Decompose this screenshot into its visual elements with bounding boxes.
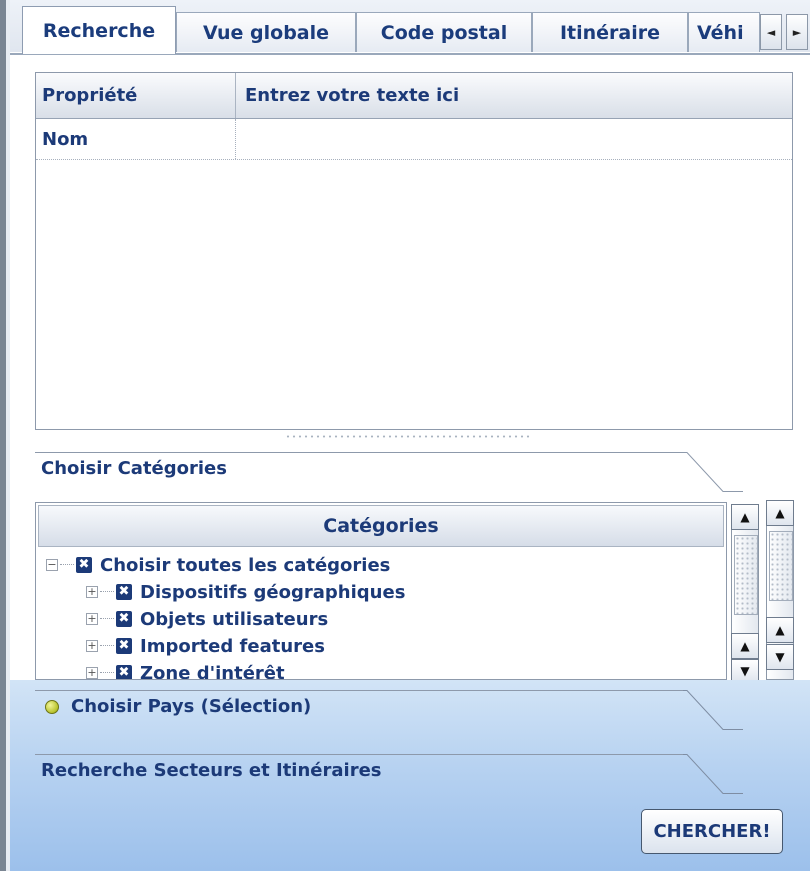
column-header-property[interactable]: Propriété xyxy=(36,73,236,118)
tree-item-user-objects[interactable]: + ✖ Objets utilisateurs xyxy=(86,606,328,632)
tree-connector xyxy=(100,591,114,593)
tab-scroll-right-button[interactable]: ► xyxy=(786,14,808,50)
categories-header[interactable]: Catégories xyxy=(38,505,724,547)
tree-item-label: Dispositifs géographiques xyxy=(140,581,406,603)
search-button[interactable]: CHERCHER! xyxy=(641,809,783,854)
arrow-up-icon: ▲ xyxy=(775,506,785,520)
section-corner xyxy=(683,452,743,492)
arrow-right-icon: ► xyxy=(792,25,802,39)
tree-connector xyxy=(100,645,114,647)
scroll-up-button[interactable]: ▲ xyxy=(731,633,759,659)
property-grid: Propriété Entrez votre texte ici Nom xyxy=(35,72,793,430)
property-name-cell: Nom xyxy=(36,119,236,159)
section-choose-categories[interactable]: Choisir Catégories xyxy=(35,444,810,492)
checked-x-icon[interactable]: ✖ xyxy=(116,638,132,654)
arrow-up-icon: ▲ xyxy=(775,623,785,637)
arrow-left-icon: ◄ xyxy=(766,25,776,39)
tab-itineraire[interactable]: Itinéraire xyxy=(532,12,688,52)
tab-code-postal[interactable]: Code postal xyxy=(356,12,532,52)
section-search-sectors[interactable]: Recherche Secteurs et Itinéraires xyxy=(35,746,810,794)
section-title: Choisir Pays (Sélection) xyxy=(45,696,311,717)
arrow-up-icon: ▲ xyxy=(740,639,750,653)
categories-tree: Catégories − ✖ Choisir toutes les catégo… xyxy=(35,502,727,680)
checked-x-icon[interactable]: ✖ xyxy=(116,611,132,627)
section-choose-country[interactable]: Choisir Pays (Sélection) xyxy=(35,682,810,730)
scroll-thumb[interactable] xyxy=(734,535,758,615)
expand-icon[interactable]: + xyxy=(86,586,98,598)
tab-scroll-left-button[interactable]: ◄ xyxy=(760,14,782,50)
expand-icon[interactable]: + xyxy=(86,613,98,625)
arrow-down-icon: ▼ xyxy=(775,650,785,664)
panel-outer-scrollbar[interactable]: ▲ ▲ ▼ xyxy=(766,500,794,680)
section-title: Recherche Secteurs et Itinéraires xyxy=(41,760,382,781)
arrow-up-icon: ▲ xyxy=(740,510,750,524)
scroll-up-button[interactable]: ▲ xyxy=(766,617,794,643)
collapse-icon[interactable]: − xyxy=(46,559,58,571)
tree-item-area-of-interest[interactable]: + ✖ Zone d'intérêt xyxy=(86,660,285,680)
tree-item-geographic-features[interactable]: + ✖ Dispositifs géographiques xyxy=(86,579,405,605)
section-divider xyxy=(35,452,685,453)
column-header-value[interactable]: Entrez votre texte ici xyxy=(237,73,459,118)
tree-connector xyxy=(100,618,114,620)
arrow-down-icon: ▼ xyxy=(740,664,750,678)
checked-x-icon[interactable]: ✖ xyxy=(116,584,132,600)
property-value-input[interactable] xyxy=(237,119,792,159)
section-title: Choisir Catégories xyxy=(41,458,227,479)
section-divider xyxy=(35,754,685,755)
section-corner xyxy=(683,754,743,794)
scroll-thumb[interactable] xyxy=(769,531,793,601)
checked-x-icon[interactable]: ✖ xyxy=(116,665,132,679)
tree-item-label: Choisir toutes les catégories xyxy=(100,554,391,576)
status-dot-icon xyxy=(45,700,59,714)
tree-connector xyxy=(60,564,74,566)
tree-item-label: Imported features xyxy=(140,635,325,657)
splitter-grip[interactable] xyxy=(285,434,530,440)
scroll-down-button[interactable]: ▼ xyxy=(766,644,794,670)
tree-item-label: Objets utilisateurs xyxy=(140,608,329,630)
expand-icon[interactable]: + xyxy=(86,667,98,679)
section-title-text: Choisir Pays (Sélection) xyxy=(71,696,312,717)
tree-item-all-categories[interactable]: − ✖ Choisir toutes les catégories xyxy=(46,552,390,578)
categories-inner-scrollbar[interactable]: ▲ ▲ ▼ xyxy=(731,504,759,683)
property-grid-header: Propriété Entrez votre texte ici xyxy=(36,73,792,119)
tree-item-label: Zone d'intérêt xyxy=(140,662,285,680)
checked-x-icon[interactable]: ✖ xyxy=(76,557,92,573)
section-corner xyxy=(683,690,743,730)
expand-icon[interactable]: + xyxy=(86,640,98,652)
scroll-up-button[interactable]: ▲ xyxy=(731,504,759,530)
tab-vehicule[interactable]: Véhi xyxy=(688,12,760,52)
tree-item-imported-features[interactable]: + ✖ Imported features xyxy=(86,633,325,659)
tab-vue-globale[interactable]: Vue globale xyxy=(176,12,356,52)
scroll-up-button[interactable]: ▲ xyxy=(766,500,794,526)
tree-connector xyxy=(100,672,114,674)
tab-recherche[interactable]: Recherche xyxy=(22,6,176,54)
section-divider xyxy=(35,690,685,691)
table-row[interactable]: Nom xyxy=(36,119,792,160)
